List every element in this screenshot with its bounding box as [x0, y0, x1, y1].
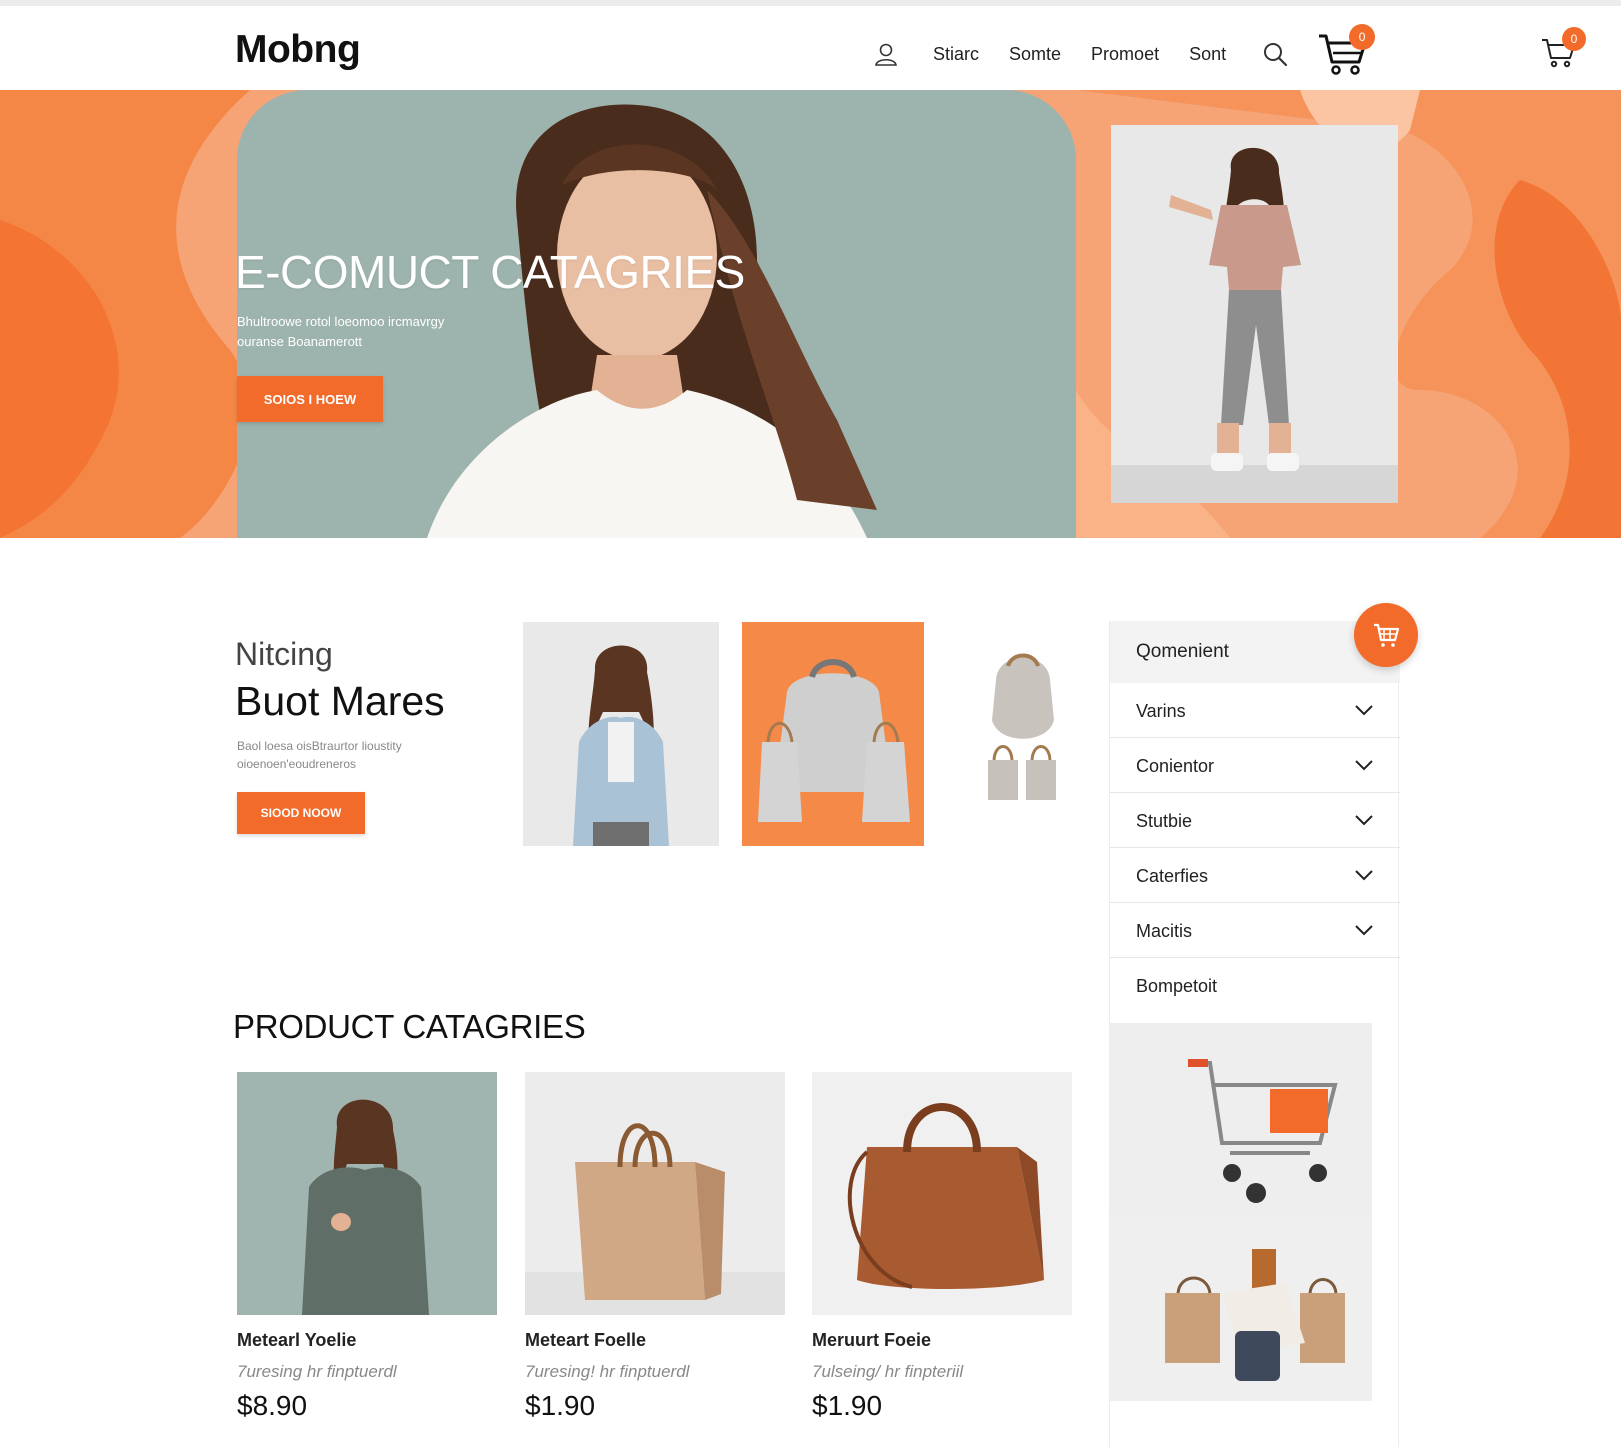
- featured-tile-accessories[interactable]: [978, 650, 1068, 820]
- featured-title: Buot Mares: [235, 678, 445, 724]
- filter-panel: Qomenient Varins Conientor Stutbie Cater…: [1109, 621, 1400, 1447]
- product-image: [812, 1072, 1072, 1315]
- filter-label: Stutbie: [1136, 811, 1193, 831]
- cart-fab-button[interactable]: [1354, 603, 1418, 667]
- featured-tile-bags[interactable]: [742, 622, 924, 846]
- shopping-cart-illustration: [1110, 1023, 1372, 1213]
- knit-bags-illustration: [742, 622, 924, 846]
- hero-shop-now-button[interactable]: SOIOS I HOEW: [237, 376, 383, 422]
- filter-row-varins[interactable]: Varins: [1110, 683, 1400, 738]
- filter-label: Caterfies: [1136, 866, 1209, 886]
- hero-side-photo: [1111, 125, 1398, 503]
- search-icon[interactable]: [1261, 40, 1289, 68]
- featured-shop-now-button[interactable]: SIOOD NOOW: [237, 792, 365, 834]
- hero-banner: E-COMUCT CATAGRIES Bhultroowe rotol loeo…: [0, 90, 1621, 538]
- product-price: $1.90: [525, 1390, 596, 1421]
- filter-panel-title: Qomenient: [1136, 641, 1229, 662]
- chevron-down-icon: [1355, 925, 1373, 936]
- filter-label: Macitis: [1136, 921, 1193, 941]
- filter-row-bompetoit[interactable]: Bompetoit: [1110, 958, 1400, 1013]
- product-description: 7uresing! hr finptuerdl: [525, 1362, 690, 1381]
- cart-button[interactable]: 0: [1317, 24, 1376, 78]
- product-card[interactable]: Metearl Yoelie 7uresing hr finptuerdl $8…: [237, 1072, 497, 1432]
- product-name: Meteart Foelle: [525, 1330, 647, 1350]
- site-header: Mobng Stiarc Somte Promoet Sont 0 0: [0, 6, 1621, 90]
- filter-row-conientor[interactable]: Conientor: [1110, 738, 1400, 793]
- filter-row-macitis[interactable]: Macitis: [1110, 903, 1400, 958]
- shopping-cart-photo: [1110, 1023, 1372, 1213]
- filter-label: Varins: [1136, 701, 1186, 721]
- featured-description: Baol loesa oisBtraurtor lioustity oioeno…: [237, 739, 402, 771]
- hero-side-model-illustration: [1111, 125, 1398, 503]
- chevron-down-icon: [1355, 815, 1373, 826]
- sweater-model-illustration: [237, 1072, 497, 1315]
- small-bags-illustration: [978, 650, 1068, 820]
- filter-label: Bompetoit: [1136, 976, 1218, 996]
- nav-link-sort[interactable]: Sont: [1189, 44, 1226, 65]
- product-categories-title: PRODUCT CATAGRIES: [233, 1008, 586, 1045]
- nav-link-some[interactable]: Somte: [1009, 44, 1061, 65]
- mini-cart-button[interactable]: 0: [1540, 27, 1586, 70]
- product-card[interactable]: Meruurt Foeie 7ulseing/ hr finpteriil $1…: [812, 1072, 1072, 1432]
- hero-subtitle: Bhultroowe rotol loeomoo ircmavrgy ouran…: [237, 314, 445, 349]
- chevron-down-icon: [1355, 870, 1373, 881]
- chevron-down-icon: [1355, 760, 1373, 771]
- product-card[interactable]: Meteart Foelle 7uresing! hr finptuerdl $…: [525, 1072, 785, 1432]
- product-price: $1.90: [812, 1390, 883, 1421]
- shopping-bags-illustration: [1110, 1213, 1372, 1401]
- leather-bag-illustration: [812, 1072, 1072, 1315]
- featured-tile-denim-jacket[interactable]: [523, 622, 719, 846]
- user-icon[interactable]: [872, 40, 900, 68]
- shopping-bags-photo: [1110, 1213, 1372, 1401]
- product-image: [525, 1072, 785, 1315]
- product-name: Metearl Yoelie: [237, 1330, 357, 1350]
- chevron-down-icon: [1355, 705, 1373, 716]
- nav-link-promo[interactable]: Promoet: [1091, 44, 1159, 65]
- product-image: [237, 1072, 497, 1315]
- filter-label: Conientor: [1136, 756, 1215, 776]
- hero-title: E-COMUCT CATAGRIES: [235, 246, 745, 298]
- product-name: Meruurt Foeie: [812, 1330, 932, 1350]
- featured-kicker: Nitcing: [235, 636, 333, 672]
- filter-row-stutbie[interactable]: Stutbie: [1110, 793, 1400, 848]
- nav-link-store[interactable]: Stiarc: [933, 44, 979, 65]
- product-price: $8.90: [237, 1390, 308, 1421]
- denim-jacket-model-illustration: [523, 622, 719, 846]
- mini-cart-count-badge: 0: [1562, 27, 1586, 51]
- filter-row-caterfies[interactable]: Caterfies: [1110, 848, 1400, 903]
- product-description: 7uresing hr finptuerdl: [237, 1362, 397, 1381]
- site-logo[interactable]: Mobng: [235, 28, 361, 72]
- paper-bag-illustration: [525, 1072, 785, 1315]
- product-description: 7ulseing/ hr finpteriil: [812, 1362, 964, 1381]
- cart-count-badge: 0: [1349, 24, 1376, 50]
- cart-fab-icon: [1374, 623, 1400, 647]
- main-nav: Stiarc Somte Promoet Sont 0: [872, 24, 1376, 78]
